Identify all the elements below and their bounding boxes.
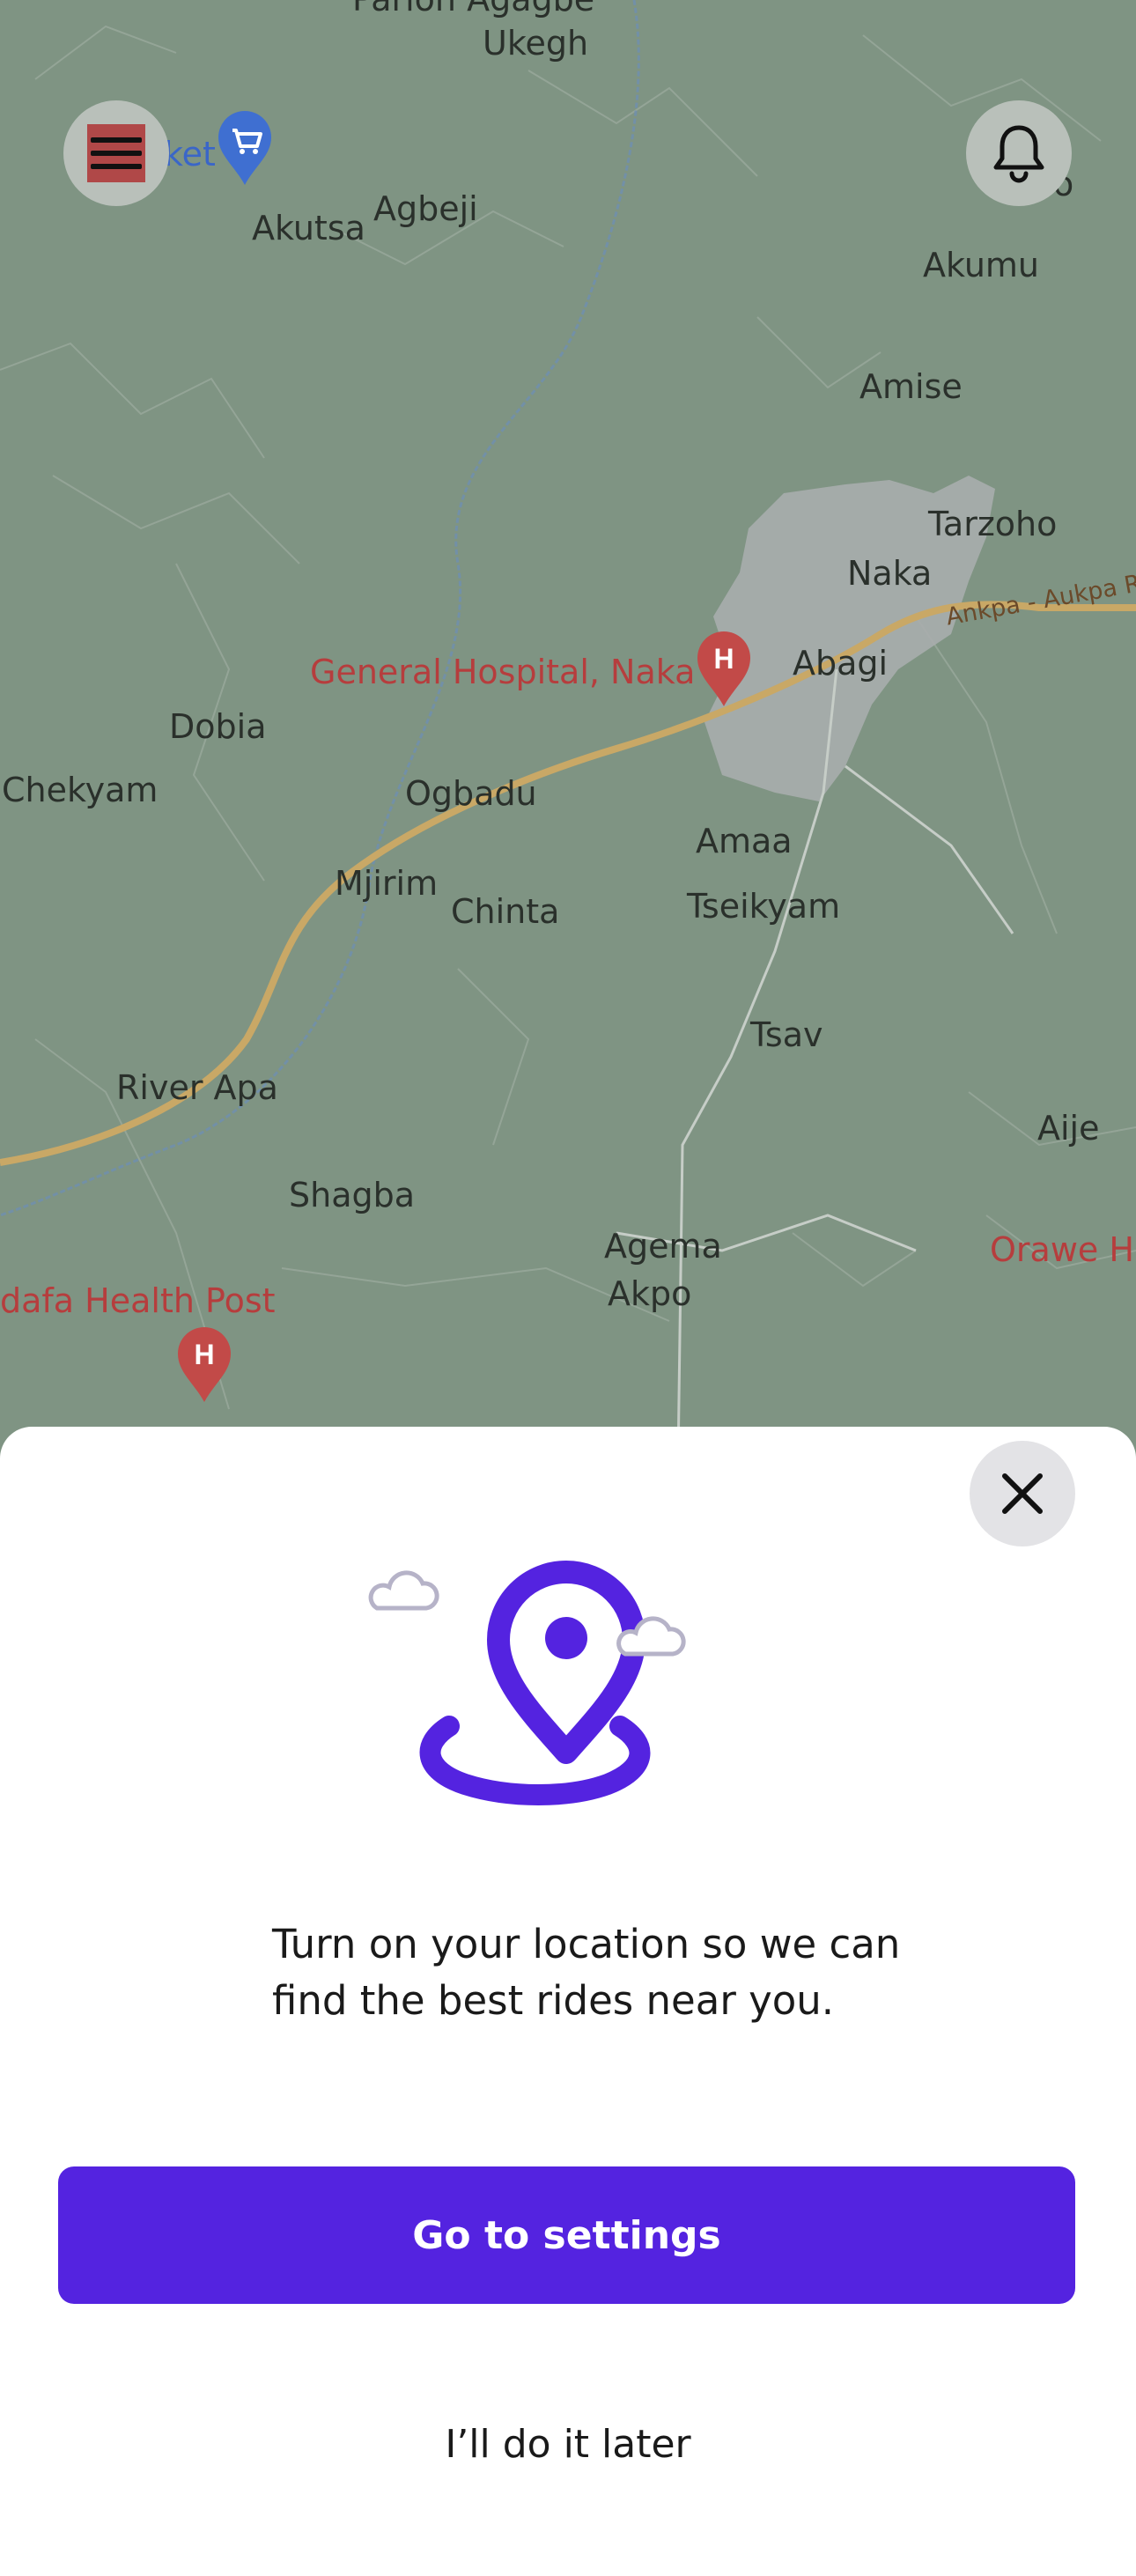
svg-text:H: H — [713, 643, 734, 675]
place-label: Akutsa — [252, 209, 365, 247]
place-label: Dobia — [169, 707, 267, 746]
place-label: Chekyam — [2, 771, 159, 809]
place-label: Amaa — [696, 822, 793, 860]
place-label: Agema — [604, 1227, 722, 1266]
place-label: Akpo — [608, 1274, 692, 1313]
health-post-label[interactable]: dafa Health Post — [0, 1284, 276, 1318]
place-label: Mjirim — [335, 864, 439, 903]
message-line: Turn on your location so we can — [272, 1921, 901, 1967]
menu-button[interactable] — [63, 100, 169, 206]
go-to-settings-button[interactable]: Go to settings — [58, 2166, 1075, 2304]
close-button[interactable] — [970, 1441, 1075, 1546]
place-label: Agbeji — [373, 189, 478, 228]
do-it-later-link[interactable]: I’ll do it later — [0, 2422, 1136, 2467]
location-permission-sheet: Turn on your location so we can find the… — [0, 1427, 1136, 2576]
cloud-icon — [368, 1570, 439, 1611]
hospital-label[interactable]: General Hospital, Naka — [310, 655, 695, 689]
hospital-pin-icon[interactable]: H — [696, 631, 752, 708]
close-icon — [1002, 1473, 1043, 1514]
place-label: Chinta — [451, 892, 560, 931]
place-label: Orawe H — [990, 1230, 1134, 1269]
place-label: Naka — [847, 554, 933, 593]
place-label: Ukegh — [483, 24, 589, 63]
place-label: River Apa — [116, 1068, 278, 1107]
hospital-pin-icon[interactable]: H — [176, 1326, 232, 1404]
place-label: Tarzoho — [928, 505, 1058, 543]
map-view[interactable]: Ukegh Akutsa Agbeji Akumu Amise Tarzoho … — [0, 0, 1136, 1462]
place-label: ket — [164, 135, 216, 173]
place-label: Aije — [1037, 1109, 1100, 1148]
location-illustration — [368, 1561, 686, 1805]
notification-button[interactable] — [966, 100, 1072, 206]
place-label: Abagi — [793, 644, 889, 683]
svg-text:H: H — [194, 1339, 214, 1370]
bell-icon — [993, 125, 1044, 183]
place-label: Tseikyam — [687, 887, 841, 926]
place-label: Shagba — [289, 1176, 416, 1214]
place-label: Tsav — [750, 1015, 823, 1054]
place-label: Amise — [859, 367, 963, 406]
hamburger-menu-icon — [87, 124, 145, 182]
location-message: Turn on your location so we can find the… — [272, 1916, 906, 2029]
place-label: Parlon Agagbe — [352, 0, 594, 16]
shopping-pin-icon[interactable] — [217, 111, 273, 187]
place-label: Ogbadu — [405, 774, 537, 813]
message-line: find the best rides near you. — [272, 1977, 835, 2024]
place-label: Akumu — [923, 246, 1040, 284]
